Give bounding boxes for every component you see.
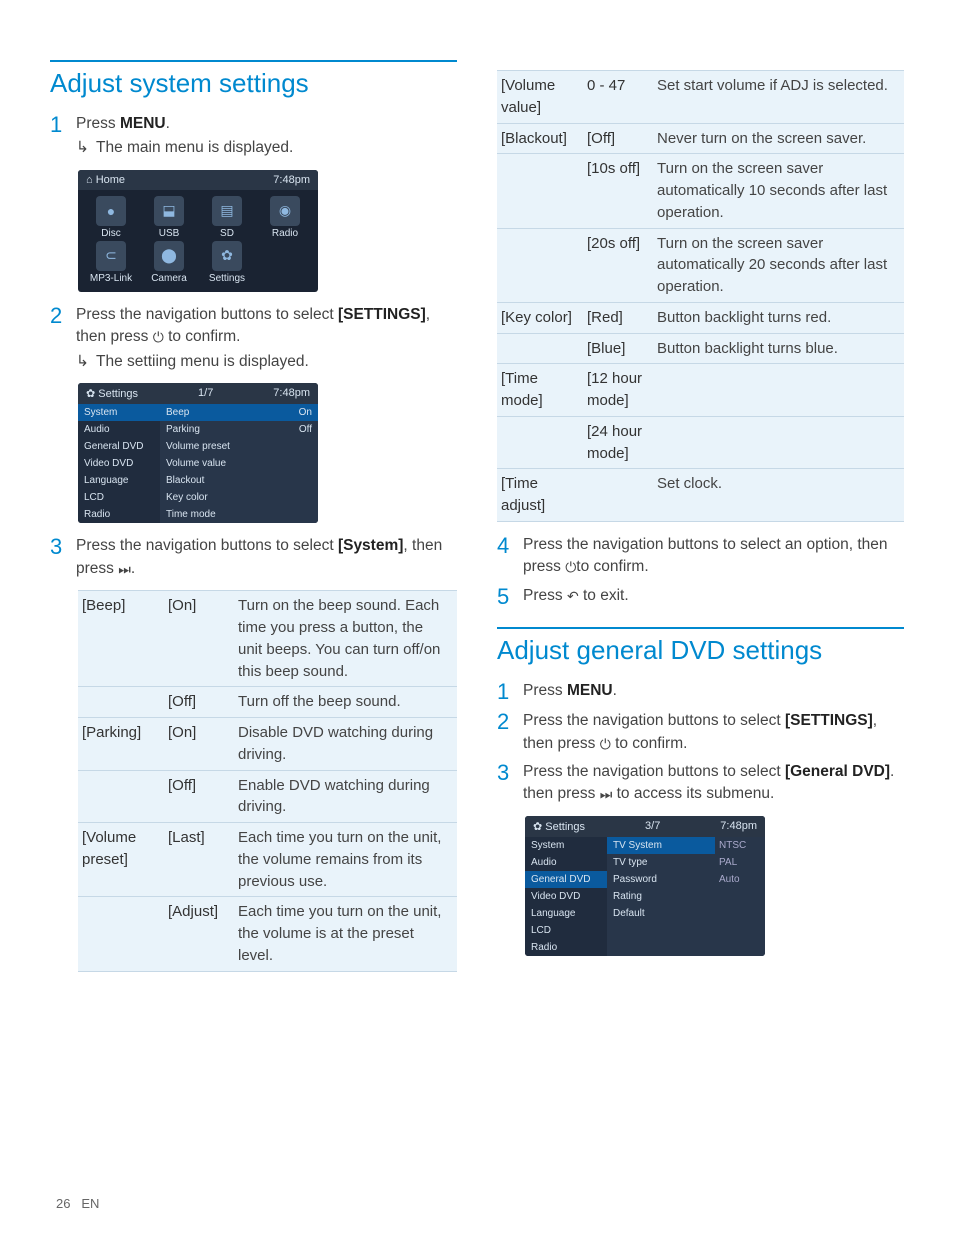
device-home-screenshot: ⌂ Home 7:48pm ●Disc ⬓USB ▤SD ◉Radio ⊂MP3… [78, 170, 318, 292]
radio-icon: ◉ [270, 196, 300, 226]
power-icon: ⏻ [600, 734, 611, 754]
gear-icon: ✿ Settings [533, 820, 585, 833]
next-icon: ⏭ [118, 559, 131, 579]
sd-icon: ▤ [212, 196, 242, 226]
usb-icon: ⬓ [154, 196, 184, 226]
table-row: [Beep][On]Turn on the beep sound. Each t… [78, 591, 457, 687]
page-footer: 26 EN [56, 1196, 99, 1211]
page-lang: EN [81, 1196, 99, 1211]
table-row: [Adjust]Each time you turn on the unit, … [78, 897, 457, 971]
step-number: 4 [497, 534, 523, 558]
table-row: [Volume value]0 - 47Set start volume if … [497, 71, 904, 124]
step-number: 2 [497, 710, 523, 734]
step-number: 3 [497, 761, 523, 785]
step-body: Press MENU. ↳The main menu is displayed. [76, 113, 457, 160]
step-body: Press ↶ to exit. [523, 585, 904, 607]
step-number: 5 [497, 585, 523, 609]
step-number: 3 [50, 535, 76, 559]
next-icon: ⏭ [600, 784, 613, 804]
result-arrow-icon: ↳ [76, 137, 96, 159]
system-options-table-a: [Beep][On]Turn on the beep sound. Each t… [78, 590, 457, 971]
left-column: Adjust system settings 1 Press MENU. ↳Th… [50, 60, 457, 984]
table-row: [Off]Turn off the beep sound. [78, 687, 457, 718]
table-row: [10s off]Turn on the screen saver automa… [497, 154, 904, 228]
mp3link-icon: ⊂ [96, 241, 126, 271]
table-row: [24 hour mode] [497, 416, 904, 469]
clock-label: 7:48pm [273, 174, 310, 186]
section-heading-system: Adjust system settings [50, 60, 457, 99]
table-row: [Blue]Button backlight turns blue. [497, 333, 904, 364]
step-body: Press the navigation buttons to select [… [523, 761, 904, 806]
table-row: [Volume preset][Last]Each time you turn … [78, 823, 457, 897]
step-body: Press the navigation buttons to select [… [76, 535, 457, 580]
power-icon: ⏻ [153, 327, 164, 347]
camera-icon: ⬤ [154, 241, 184, 271]
page-number: 26 [56, 1196, 70, 1211]
step-body: Press the navigation buttons to select [… [523, 710, 904, 755]
step-number: 2 [50, 304, 76, 328]
disc-icon: ● [96, 196, 126, 226]
step-body: Press the navigation buttons to select a… [523, 534, 904, 579]
home-icon: ⌂ Home [86, 174, 125, 186]
step-body: Press MENU. [523, 680, 904, 702]
table-row: [Parking][On]Disable DVD watching during… [78, 718, 457, 771]
step-number: 1 [50, 113, 76, 137]
step-number: 1 [497, 680, 523, 704]
power-icon: ⏻ [565, 557, 576, 577]
result-arrow-icon: ↳ [76, 351, 96, 373]
right-column: [Volume value]0 - 47Set start volume if … [497, 60, 904, 984]
table-row: [Blackout][Off]Never turn on the screen … [497, 123, 904, 154]
step-body: Press the navigation buttons to select [… [76, 304, 457, 373]
table-row: [Time mode][12 hour mode] [497, 364, 904, 417]
settings-icon: ✿ [212, 241, 242, 271]
table-row: [20s off]Turn on the screen saver automa… [497, 228, 904, 302]
section-heading-dvd: Adjust general DVD settings [497, 627, 904, 666]
system-options-table-b: [Volume value]0 - 47Set start volume if … [497, 70, 904, 522]
table-row: [Time adjust]Set clock. [497, 469, 904, 522]
table-row: [Key color][Red]Button backlight turns r… [497, 302, 904, 333]
table-row: [Off]Enable DVD watching during driving. [78, 770, 457, 823]
device-settings2-screenshot: ✿ Settings 3/7 7:48pm System Audio Gener… [525, 816, 765, 956]
gear-icon: ✿ Settings [86, 387, 138, 400]
back-icon: ↶ [567, 586, 579, 606]
device-settings1-screenshot: ✿ Settings 1/7 7:48pm System Audio Gener… [78, 383, 318, 523]
